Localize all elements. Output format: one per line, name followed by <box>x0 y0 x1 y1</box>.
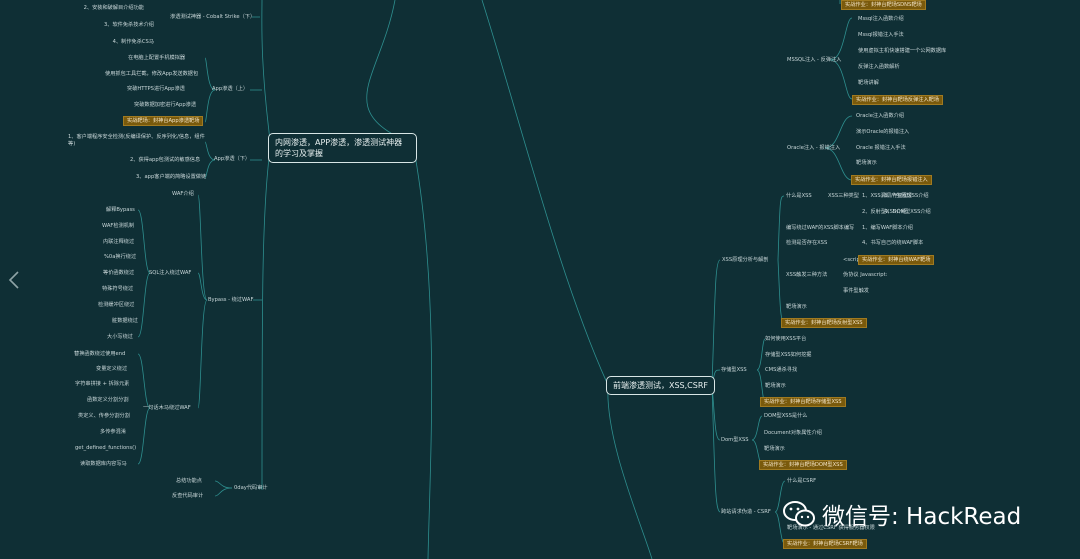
oracle-item: Oracle 报错注入手法 <box>856 145 906 151</box>
waf-upload-item: 变量定义绕过 <box>96 366 128 372</box>
csrf-item: 什么是CSRF <box>787 478 817 484</box>
sdns-highlight[interactable]: 实战作业：封神台靶场SDNS靶场 <box>841 0 926 10</box>
dom-item: DOM型XSS是什么 <box>764 413 808 419</box>
waf-sql-parent[interactable]: SQL注入绕过WAF <box>149 270 191 277</box>
app-up-highlight[interactable]: 实战靶场：封神台App渗透靶场 <box>123 116 204 126</box>
waf-upload-item: 替换函数绕过使用end <box>74 351 126 357</box>
waf-upload-item: 多传参混淆 <box>100 429 126 435</box>
stored-item: CMS通杀寻找 <box>765 367 798 373</box>
waf-upload-item: 类定义、传参分割分割 <box>78 413 130 419</box>
wechat-watermark: 微信号: HackRead <box>782 497 1021 531</box>
app-up-item: 突破数据加密进行App渗透 <box>134 102 197 108</box>
waf-upload-item: get_defined_functions() <box>75 445 137 451</box>
wechat-icon <box>783 501 815 527</box>
stored-item: 如何使用XSS平台 <box>765 336 807 342</box>
xss-waf-highlight[interactable]: 实战作业：封神台绕WAF靶场 <box>858 255 935 265</box>
dom-parent[interactable]: Dom型XSS <box>721 437 749 444</box>
app-up-item: 在电脑上配置手机模拟器 <box>128 55 186 61</box>
audit-item: 反查代码审计 <box>172 493 204 499</box>
mssql-parent[interactable]: MSSQL注入 - 反弹注入 <box>787 57 841 64</box>
waf-upload-item: 字符串拼接 + 拆除元素 <box>75 381 130 387</box>
xss-writing-item: 1、编写WAF脚本介绍 <box>862 225 913 231</box>
mssql-highlight[interactable]: 实战作业：封神台靶场反弹注入靶场 <box>852 95 944 105</box>
cs-item-3: 3、软件免杀技术介绍 <box>104 22 154 28</box>
mindmap-connectors <box>137 0 853 559</box>
xss-three[interactable]: XSS三种类型 <box>828 193 859 200</box>
waf-root[interactable]: Bypass - 绕过WAF <box>208 297 253 304</box>
xss-reflect-highlight[interactable]: 实战作业：封神台靶场反射型XSS <box>781 318 867 328</box>
mssql-item: Mssql报错注入手法 <box>858 32 904 38</box>
stored-item: 靶场演示 <box>765 383 786 389</box>
stored-item: 存储型XSS如何挖掘 <box>765 352 812 358</box>
xss-trigger-item: 伪协议 Javascript: <box>843 272 888 278</box>
watermark-text: 微信号: HackRead <box>822 504 1022 530</box>
oracle-highlight[interactable]: 实战作业：封神台靶场报错注入 <box>851 175 932 185</box>
audit-parent[interactable]: 0day代码审计 <box>234 485 268 492</box>
xss-root[interactable]: XSS原理分析与解剖 <box>722 257 768 264</box>
mssql-item: 使用虚拟主机快速搭建一个公网数据库 <box>858 48 947 54</box>
xss-demo: 靶场演示 <box>786 304 807 310</box>
xss-three-item: 3、存储型XSS介绍 <box>884 193 929 199</box>
app-up-item: 突破HTTPS进行App渗透 <box>127 86 185 92</box>
waf-sql-item: 解释Bypass <box>106 207 135 213</box>
oracle-item: 靶场演示 <box>856 160 877 166</box>
audit-item: 总结功能点 <box>176 478 202 484</box>
center-node-frontend[interactable]: 前端渗透测试，XSS,CSRF <box>606 376 716 395</box>
mssql-item: 反弹注入函数解析 <box>858 64 900 70</box>
xss-three-item: 4、DOM型XSS介绍 <box>884 209 931 215</box>
cs-item-2: 2、安装和破解目介绍功能 <box>83 5 144 11</box>
mssql-item: Mssql注入函数介绍 <box>858 16 904 22</box>
waf-sql-item: WAF检测机制 <box>102 223 135 229</box>
xss-test: 检测是否存在XSS <box>786 240 828 246</box>
app-down-parent[interactable]: App渗透（下） <box>214 156 250 163</box>
dom-item: Document对象属性介绍 <box>764 430 822 436</box>
waf-upload-parent[interactable]: 一句话木马绕过WAF <box>143 405 191 412</box>
xss-writing[interactable]: 编写绕过WAF的XSS脚本编写 <box>786 225 854 232</box>
waf-sql-item: 检测缓冲区绕过 <box>98 302 135 308</box>
oracle-parent[interactable]: Oracle注入 - 报错注入 <box>787 145 840 152</box>
waf-sql-item: 大小写绕过 <box>107 334 133 340</box>
csrf-highlight[interactable]: 实战作业：封神台靶场CSRF靶场 <box>783 539 867 549</box>
app-down-item: 1、客户端程序安全检测(反编译保护、反序列化/信息，组件等) <box>68 134 205 147</box>
oracle-item: Oracle注入函数介绍 <box>856 113 905 119</box>
dom-highlight[interactable]: 实战作业：封神台靶场DOM型XSS <box>759 460 847 470</box>
app-down-item: 2、获得app包测试的敏感信息 <box>130 157 201 163</box>
cs-item-4: 4、制作免杀CS马 <box>112 39 154 45</box>
waf-sql-item: 脏数据绕过 <box>112 318 138 324</box>
app-up-item: 使用抓包工具拦截，修改App发送数据包 <box>105 71 199 77</box>
waf-upload-item: 读取数据库内容写马 <box>80 461 127 467</box>
oracle-item: 演示Oracle的报错注入 <box>856 129 910 135</box>
xss-trigger[interactable]: XSS触发三种方法 <box>786 272 827 279</box>
xss-trigger-item: 事件型触发 <box>843 288 869 294</box>
waf-upload-item: 函数定义分割分割 <box>87 397 129 403</box>
xss-writing-item: 4、书写自己的绕WAF脚本 <box>862 240 924 246</box>
mssql-item: 靶场讲解 <box>858 80 879 86</box>
xss-what: 什么是XSS <box>786 193 812 199</box>
app-up-parent[interactable]: App渗透（上） <box>212 86 248 93</box>
waf-sql-item: 内联注释绕过 <box>103 239 135 245</box>
waf-sql-item: 特殊符号绕过 <box>102 286 134 292</box>
waf-sql-item: %0a换行绕过 <box>104 254 137 260</box>
stored-highlight[interactable]: 实战作业：封神台靶场存储型XSS <box>760 397 846 407</box>
dom-item: 靶场演示 <box>764 446 785 452</box>
waf-sql-item: 等价函数绕过 <box>103 270 135 276</box>
waf-intro: WAF介绍 <box>172 191 194 197</box>
center-node-intranet[interactable]: 内网渗透，APP渗透，渗透测试神器的学习及掌握 <box>268 133 417 163</box>
app-down-item: 3、app客户端的简略设置做链 <box>136 174 207 180</box>
chevron-left-icon[interactable] <box>6 270 22 290</box>
cs-parent[interactable]: 渗透测试神器 - Cobalt Strike（下） <box>170 14 255 21</box>
stored-parent[interactable]: 存储型XSS <box>721 367 747 374</box>
csrf-parent[interactable]: 跨站请求伪造 - CSRF <box>721 509 771 516</box>
